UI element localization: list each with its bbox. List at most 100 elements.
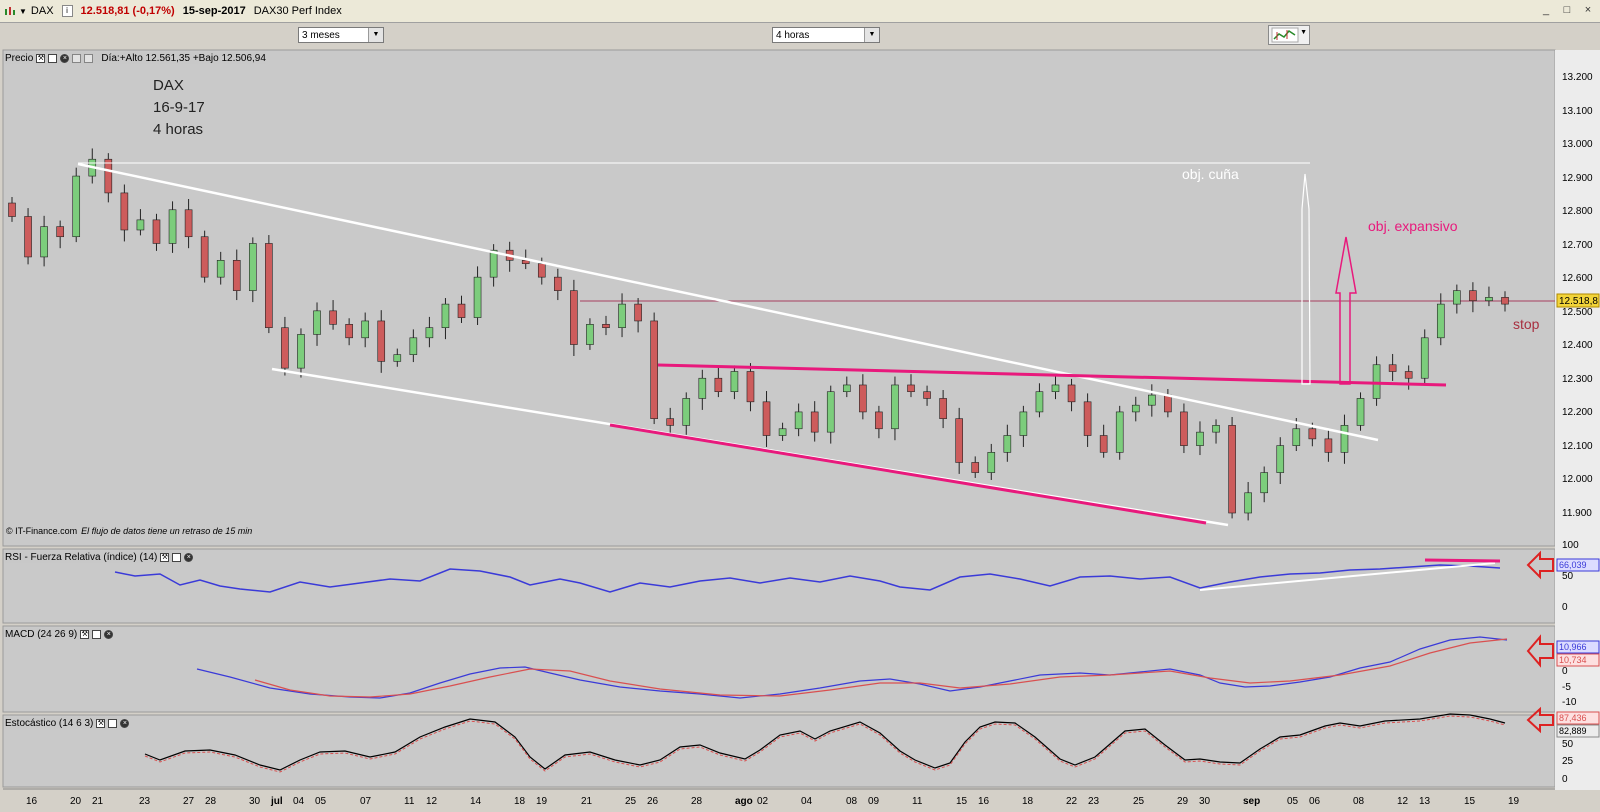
candle-down[interactable]	[1388, 364, 1397, 372]
candle-down[interactable]	[120, 192, 129, 231]
window-icon[interactable]	[108, 718, 118, 728]
candle-down[interactable]	[570, 290, 578, 345]
close-button[interactable]: ×	[1581, 3, 1595, 17]
candle-down[interactable]	[923, 391, 931, 399]
candle-down[interactable]	[1083, 401, 1092, 436]
candle-down[interactable]	[1324, 438, 1333, 453]
candle-down[interactable]	[554, 276, 562, 291]
candle-down[interactable]	[24, 216, 32, 258]
candle-down[interactable]	[345, 324, 353, 339]
candle-up[interactable]	[1436, 303, 1445, 339]
candle-up[interactable]	[586, 324, 594, 345]
candle-up[interactable]	[1356, 398, 1365, 426]
chart-type-button[interactable]: ▼	[1268, 25, 1310, 45]
candle-up[interactable]	[1485, 297, 1493, 302]
candle-up[interactable]	[826, 391, 835, 433]
candle-up[interactable]	[1276, 445, 1285, 473]
candle-up[interactable]	[1148, 394, 1156, 406]
candle-down[interactable]	[232, 260, 241, 291]
price-panel[interactable]	[2, 49, 1556, 547]
candle-up[interactable]	[1244, 492, 1252, 514]
candle-up[interactable]	[1196, 431, 1204, 446]
candle-down[interactable]	[8, 202, 16, 217]
wrench-icon[interactable]: ⚒	[36, 53, 46, 63]
candle-up[interactable]	[72, 175, 81, 238]
candle-down[interactable]	[666, 418, 675, 426]
candle-down[interactable]	[281, 327, 289, 369]
candle-up[interactable]	[1035, 391, 1044, 413]
window-icon[interactable]	[48, 53, 58, 63]
wrench-icon[interactable]: ⚒	[80, 629, 90, 639]
candle-up[interactable]	[682, 398, 691, 426]
rsi-panel[interactable]	[2, 548, 1556, 624]
candle-up[interactable]	[842, 384, 851, 393]
candle-down[interactable]	[907, 384, 915, 393]
candle-down[interactable]	[457, 303, 466, 318]
candle-down[interactable]	[1228, 425, 1236, 514]
candle-up[interactable]	[473, 276, 482, 318]
candle-down[interactable]	[200, 236, 209, 278]
candle-up[interactable]	[441, 303, 450, 328]
candle-down[interactable]	[1067, 384, 1076, 403]
period-select[interactable]: 3 meses ▼	[298, 27, 384, 43]
candle-up[interactable]	[1051, 384, 1060, 393]
candle-down[interactable]	[1308, 428, 1317, 440]
candle-up[interactable]	[409, 337, 418, 355]
candle-down[interactable]	[762, 401, 771, 436]
candle-up[interactable]	[1212, 425, 1220, 433]
candle-down[interactable]	[650, 320, 658, 419]
candle-down[interactable]	[56, 226, 64, 238]
candle-down[interactable]	[810, 411, 819, 433]
candle-up[interactable]	[1292, 428, 1301, 446]
candle-up[interactable]	[778, 428, 787, 436]
wrench-icon[interactable]: ⚒	[160, 552, 170, 562]
candle-down[interactable]	[104, 158, 113, 194]
candle-up[interactable]	[987, 452, 996, 473]
candle-down[interactable]	[634, 303, 642, 322]
candle-up[interactable]	[216, 260, 225, 278]
candle-down[interactable]	[1164, 394, 1172, 413]
candle-up[interactable]	[794, 411, 803, 430]
info-icon[interactable]: i	[61, 5, 73, 17]
close-icon[interactable]: ×	[184, 552, 194, 562]
candle-up[interactable]	[1115, 411, 1124, 453]
paste-icon[interactable]	[84, 53, 94, 63]
candle-up[interactable]	[698, 377, 707, 399]
candle-down[interactable]	[1404, 371, 1413, 379]
copy-icon[interactable]	[72, 53, 82, 63]
candle-up[interactable]	[1453, 290, 1461, 305]
candle-up[interactable]	[393, 354, 402, 362]
window-icon[interactable]	[172, 552, 182, 562]
candle-down[interactable]	[184, 209, 193, 238]
candle-down[interactable]	[955, 418, 963, 463]
candle-up[interactable]	[1131, 404, 1140, 413]
minimize-button[interactable]: _	[1539, 3, 1553, 17]
candle-up[interactable]	[1340, 425, 1349, 453]
candle-down[interactable]	[1501, 297, 1509, 305]
wrench-icon[interactable]: ⚒	[96, 718, 106, 728]
candle-down[interactable]	[377, 320, 386, 362]
candle-down[interactable]	[1180, 411, 1188, 446]
interval-select[interactable]: 4 horas ▼	[772, 27, 880, 43]
candle-up[interactable]	[168, 209, 177, 244]
close-icon[interactable]: ×	[104, 629, 114, 639]
candle-down[interactable]	[939, 398, 947, 419]
candle-down[interactable]	[971, 462, 980, 473]
maximize-button[interactable]: □	[1560, 3, 1574, 17]
candle-down[interactable]	[1469, 290, 1477, 302]
candle-up[interactable]	[40, 226, 48, 258]
candle-down[interactable]	[537, 263, 546, 278]
candle-up[interactable]	[489, 249, 498, 278]
candle-down[interactable]	[859, 384, 867, 413]
candle-up[interactable]	[361, 320, 369, 339]
candle-down[interactable]	[329, 310, 337, 325]
candle-down[interactable]	[1099, 435, 1108, 453]
candle-up[interactable]	[1003, 435, 1012, 453]
window-icon[interactable]	[92, 629, 102, 639]
candle-down[interactable]	[875, 411, 883, 430]
candle-up[interactable]	[249, 243, 257, 291]
stoch-panel[interactable]	[2, 714, 1556, 788]
candle-up[interactable]	[297, 334, 305, 369]
candle-up[interactable]	[1420, 337, 1429, 379]
close-icon[interactable]: ×	[60, 53, 70, 63]
